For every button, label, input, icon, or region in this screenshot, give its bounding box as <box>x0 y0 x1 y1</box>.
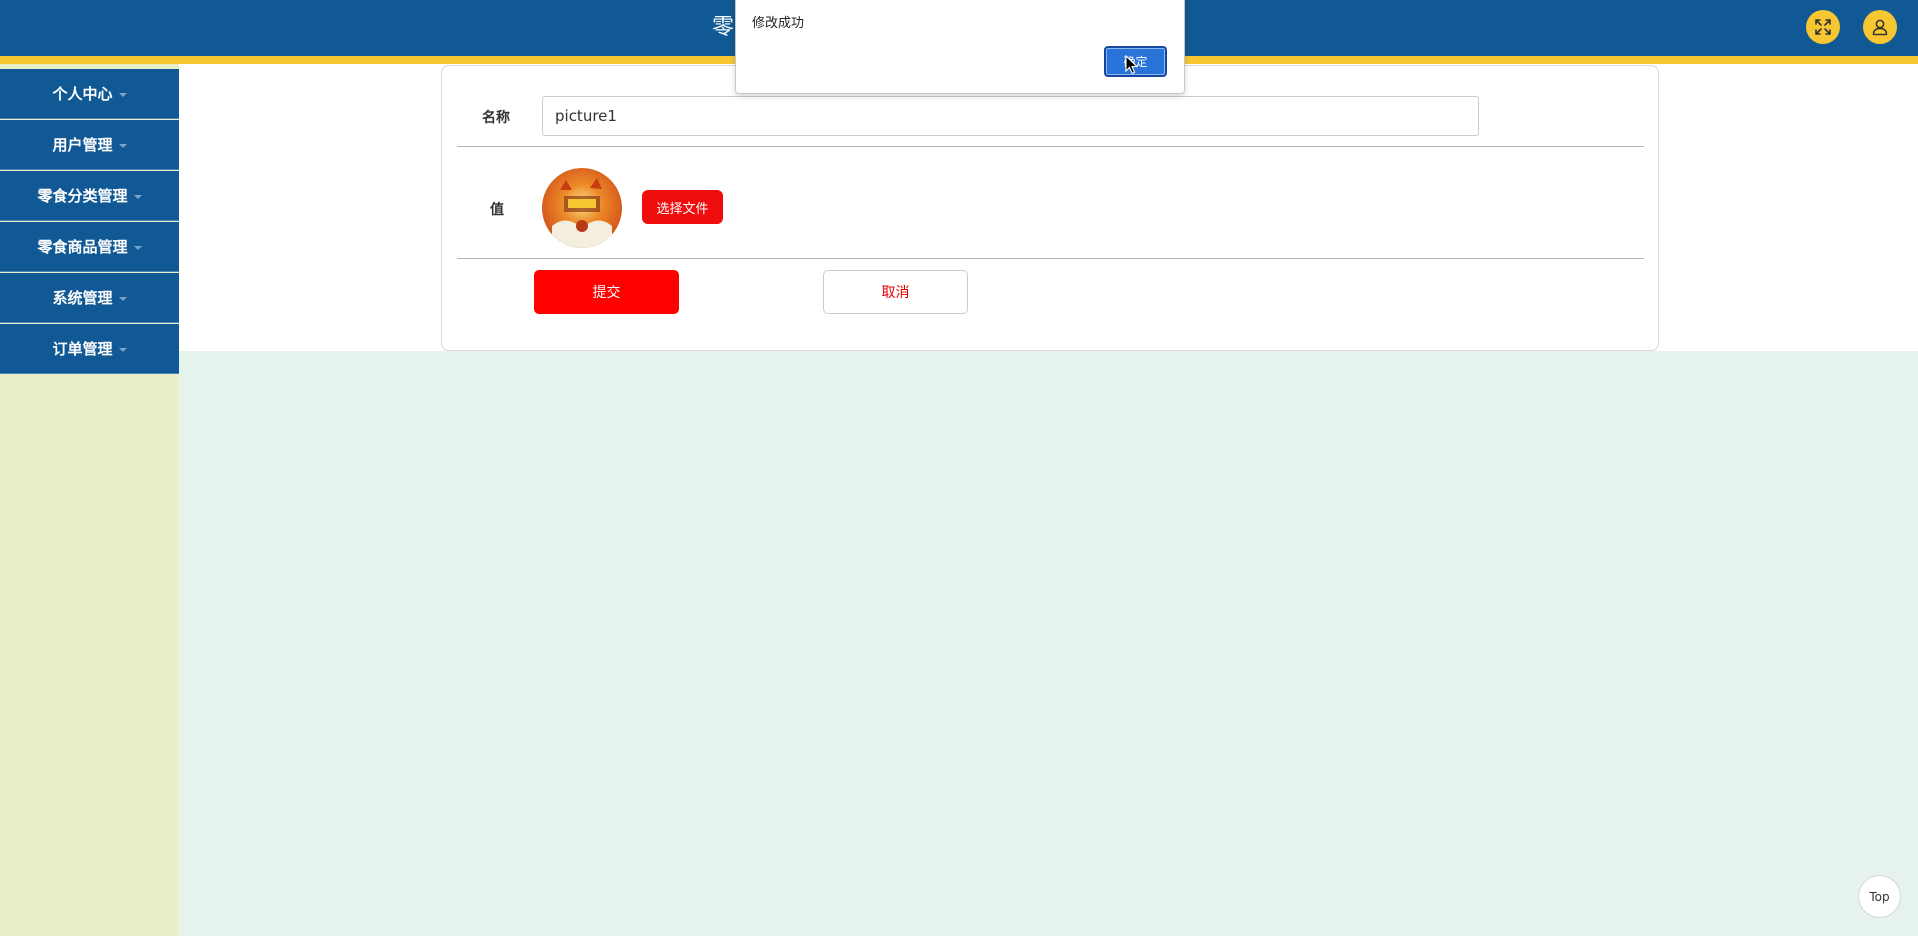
name-input[interactable] <box>542 96 1479 136</box>
caret-down-icon <box>133 245 142 250</box>
value-label: 值 <box>490 202 504 218</box>
caret-down-icon <box>133 194 142 199</box>
user-icon <box>1872 19 1888 36</box>
caret-down-icon <box>118 347 127 352</box>
choose-file-button[interactable]: 选择文件 <box>642 190 723 224</box>
fullscreen-button[interactable] <box>1806 10 1840 44</box>
sidebar-item-system-management[interactable]: 系统管理 <box>0 273 179 323</box>
caret-down-icon <box>118 296 127 301</box>
sidebar-item-personal-center[interactable]: 个人中心 <box>0 69 179 119</box>
submit-button[interactable]: 提交 <box>534 270 679 314</box>
form-divider <box>457 146 1644 147</box>
name-label: 名称 <box>482 110 510 126</box>
form-divider <box>457 258 1644 259</box>
sidebar: 个人中心 用户管理 零食分类管理 零食商品管理 系统管理 订单管理 <box>0 64 179 936</box>
sidebar-item-user-management[interactable]: 用户管理 <box>0 120 179 170</box>
user-button[interactable] <box>1863 10 1897 44</box>
sidebar-item-label: 系统管理 <box>52 289 113 307</box>
sidebar-item-label: 个人中心 <box>52 85 113 103</box>
sidebar-item-label: 用户管理 <box>52 136 113 154</box>
sidebar-item-label: 订单管理 <box>52 340 113 358</box>
caret-down-icon <box>118 143 127 148</box>
image-preview-thumbnail <box>542 168 622 248</box>
sidebar-item-label: 零食商品管理 <box>37 238 128 256</box>
alert-dialog: 修改成功 确定 <box>735 0 1185 94</box>
alert-message: 修改成功 <box>752 16 805 31</box>
sidebar-item-label: 零食分类管理 <box>37 187 128 205</box>
caret-down-icon <box>118 92 127 97</box>
header-title: 零 <box>712 15 735 40</box>
sidebar-item-snack-category-management[interactable]: 零食分类管理 <box>0 171 179 221</box>
back-to-top-button[interactable]: Top <box>1858 875 1901 918</box>
cancel-button[interactable]: 取消 <box>823 270 968 314</box>
sidebar-item-snack-product-management[interactable]: 零食商品管理 <box>0 222 179 272</box>
mouse-cursor-icon <box>1125 55 1139 75</box>
sidebar-item-order-management[interactable]: 订单管理 <box>0 324 179 374</box>
fullscreen-icon <box>1815 19 1831 35</box>
